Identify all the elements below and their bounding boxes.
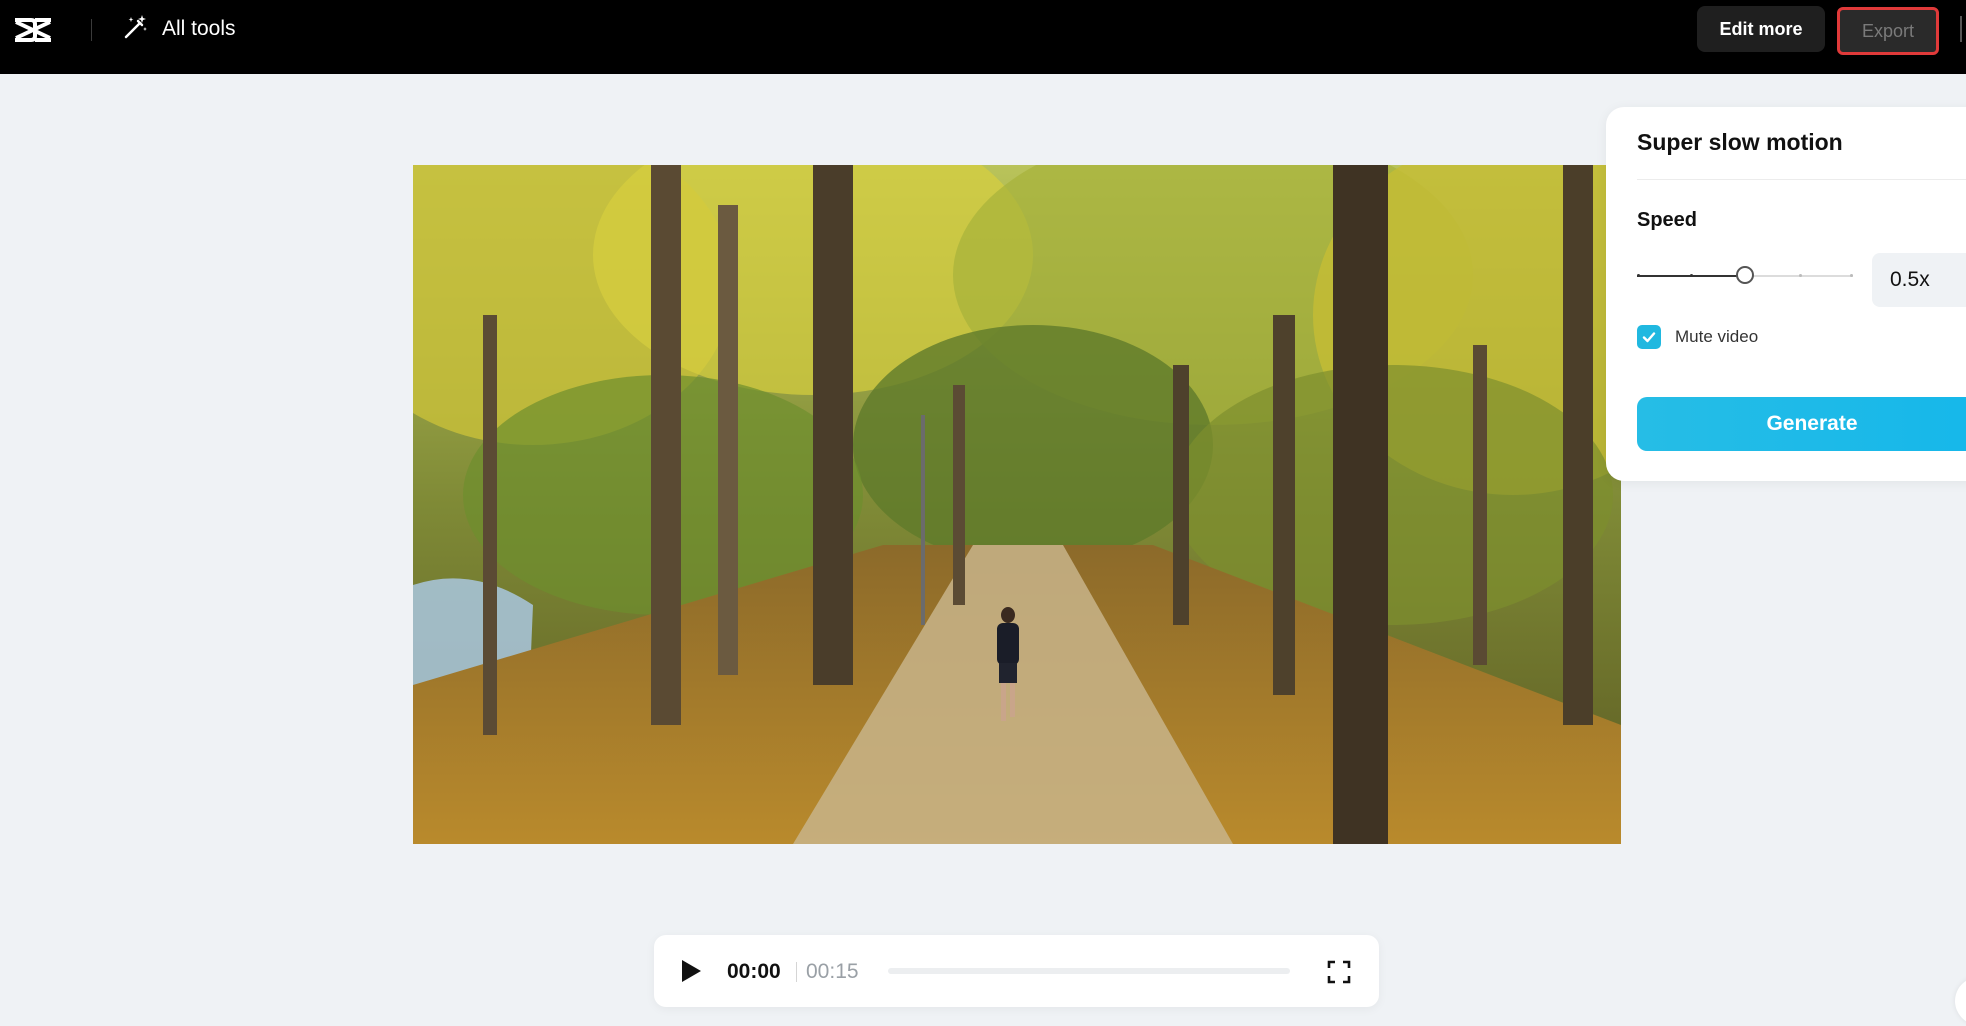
speed-slider-thumb[interactable] — [1736, 266, 1754, 284]
topbar-divider — [91, 19, 92, 41]
speed-label: Speed — [1637, 209, 1698, 231]
panel-title: Super slow motion — [1637, 129, 1843, 155]
mute-video-checkbox-row[interactable]: Mute video — [1637, 325, 1758, 349]
export-button[interactable]: Export — [1837, 7, 1939, 55]
total-time: 00:15 — [806, 960, 859, 983]
all-tools-button[interactable]: All tools — [122, 14, 236, 44]
video-preview[interactable] — [413, 165, 1621, 844]
current-time: 00:00 — [727, 960, 781, 983]
magic-wand-icon — [122, 13, 150, 46]
time-separator — [796, 962, 797, 982]
super-slow-motion-panel: Super slow motion Speed 0.5x Mute video … — [1606, 107, 1966, 481]
capcut-logo-icon[interactable] — [12, 12, 54, 48]
speed-slider-tick — [1850, 274, 1853, 277]
speed-slider-tick — [1799, 274, 1802, 277]
top-bar: All tools Edit more Export — [0, 0, 1966, 74]
play-icon[interactable] — [678, 957, 704, 985]
video-frame-image — [413, 165, 1621, 844]
mute-video-label: Mute video — [1675, 327, 1759, 346]
speed-slider-tick — [1690, 274, 1693, 277]
speed-slider[interactable] — [1637, 265, 1853, 287]
topbar-edge-divider — [1960, 16, 1962, 42]
fullscreen-icon[interactable] — [1326, 959, 1352, 985]
speed-slider-tick — [1637, 274, 1640, 277]
all-tools-label: All tools — [162, 17, 236, 40]
video-player-controls: 00:00 00:15 — [654, 935, 1379, 1007]
panel-divider — [1637, 179, 1966, 180]
progress-bar[interactable] — [888, 968, 1290, 974]
corner-floating-button[interactable] — [1955, 977, 1966, 1025]
checkbox-checked-icon[interactable] — [1637, 325, 1661, 349]
edit-more-button[interactable]: Edit more — [1697, 6, 1825, 52]
generate-button[interactable]: Generate — [1637, 397, 1966, 451]
speed-value-input[interactable]: 0.5x — [1872, 253, 1966, 307]
